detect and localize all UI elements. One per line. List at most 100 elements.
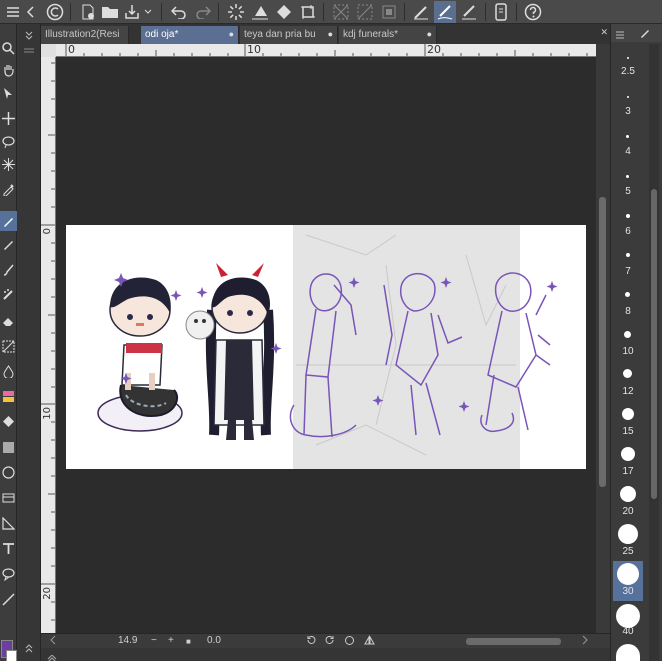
- brush-size-label[interactable]: 12: [611, 386, 645, 397]
- tab-close-icon[interactable]: ●: [427, 26, 432, 43]
- open-folder-icon[interactable]: [99, 1, 121, 23]
- tab-odi-oja[interactable]: odi oja* ●: [141, 26, 239, 44]
- text-icon[interactable]: [0, 538, 17, 558]
- brush-size-label[interactable]: 20: [611, 506, 645, 517]
- fill-icon[interactable]: [273, 1, 295, 23]
- figure-icon[interactable]: [0, 437, 17, 457]
- tab-close-icon[interactable]: ●: [229, 26, 234, 43]
- brush-size-preview[interactable]: [623, 369, 632, 378]
- scrollbar-thumb[interactable]: [651, 189, 657, 499]
- brush-size-label[interactable]: 2.5: [611, 66, 645, 77]
- brush-size-preview[interactable]: [626, 253, 630, 257]
- brush-size-preview[interactable]: [616, 604, 640, 628]
- canvas-viewport[interactable]: [56, 57, 596, 633]
- tab-close-icon[interactable]: ●: [328, 26, 333, 43]
- fit-button[interactable]: ■: [186, 637, 191, 646]
- rotate-left-icon[interactable]: [306, 635, 317, 649]
- fill-tool-icon[interactable]: [0, 386, 17, 406]
- brush-size-label[interactable]: 8: [611, 306, 645, 317]
- rotation-value[interactable]: 0.0: [207, 635, 221, 646]
- panel-menu-icon[interactable]: [615, 27, 625, 45]
- redo-icon[interactable]: [192, 1, 214, 23]
- brush-size-label[interactable]: 10: [611, 346, 645, 357]
- scroll-right-icon[interactable]: [581, 635, 589, 648]
- brush-size-preview[interactable]: [626, 175, 629, 178]
- scroll-left-icon[interactable]: [49, 635, 57, 648]
- brush-size-preview[interactable]: [626, 214, 630, 218]
- eyedropper-icon[interactable]: [0, 179, 17, 199]
- balloon-icon[interactable]: [0, 564, 17, 584]
- brush-size-label[interactable]: 7: [611, 266, 645, 277]
- brush-size-preview[interactable]: [627, 96, 629, 98]
- brush-icon[interactable]: [0, 259, 17, 279]
- brush-size-label[interactable]: 5: [611, 186, 645, 197]
- undo-icon[interactable]: [168, 1, 190, 23]
- ruler-icon[interactable]: [0, 513, 17, 533]
- expand-panel-icon[interactable]: [47, 650, 57, 661]
- tab-teya-dan-pria[interactable]: teya dan pria bu ●: [240, 26, 338, 44]
- horizontal-scrollbar-thumb[interactable]: [466, 638, 561, 645]
- panel-collapse-icon[interactable]: [21, 30, 36, 44]
- invert-selection-icon[interactable]: [354, 1, 376, 23]
- pen-pressure-icon[interactable]: [434, 1, 456, 23]
- brush-panel-scrollbar[interactable]: [649, 44, 659, 661]
- clip-studio-logo-icon[interactable]: [44, 1, 66, 23]
- brush-size-preview[interactable]: [625, 292, 630, 297]
- pencil-icon[interactable]: [0, 234, 17, 254]
- blend-icon[interactable]: [0, 361, 17, 381]
- zoom-in-button[interactable]: +: [168, 635, 174, 646]
- brush-size-preview[interactable]: [618, 524, 638, 544]
- smartphone-icon[interactable]: [490, 1, 512, 23]
- brush-size-label[interactable]: 15: [611, 426, 645, 437]
- zoom-out-button[interactable]: −: [151, 635, 157, 646]
- panel-grip-icon[interactable]: [21, 46, 36, 60]
- brush-size-preview[interactable]: [622, 408, 634, 420]
- brush-size-label[interactable]: 4: [611, 146, 645, 157]
- reset-rotation-icon[interactable]: [344, 635, 355, 649]
- ellipse-icon[interactable]: [0, 462, 17, 482]
- lasso-icon[interactable]: [0, 132, 17, 152]
- operation-icon[interactable]: [0, 83, 17, 103]
- pen-tool-icon[interactable]: [0, 211, 17, 231]
- brush-size-label[interactable]: 30: [611, 586, 645, 597]
- loading-icon[interactable]: [225, 1, 247, 23]
- brush-size-label[interactable]: 3: [611, 106, 645, 117]
- panel-expand-icon[interactable]: [21, 644, 36, 658]
- brush-size-preview[interactable]: [627, 57, 629, 59]
- brush-size-label[interactable]: 6: [611, 226, 645, 237]
- pen-icon[interactable]: [410, 1, 432, 23]
- brush-size-preview[interactable]: [616, 644, 640, 661]
- zoom-icon[interactable]: [0, 38, 17, 58]
- frame-icon[interactable]: [0, 487, 17, 507]
- save-icon[interactable]: [121, 1, 143, 23]
- transform-icon[interactable]: [297, 1, 319, 23]
- clear-icon[interactable]: [249, 1, 271, 23]
- brush-size-preview[interactable]: [621, 447, 635, 461]
- sub-color-swatch[interactable]: [6, 650, 17, 661]
- brush-size-preview[interactable]: [620, 486, 636, 502]
- pen-settings-icon[interactable]: [458, 1, 480, 23]
- line-fix-icon[interactable]: [0, 589, 17, 609]
- gradient-icon[interactable]: [0, 411, 17, 431]
- decoration-icon[interactable]: [0, 336, 17, 356]
- auto-select-icon[interactable]: [0, 154, 17, 174]
- brush-size-label[interactable]: 25: [611, 546, 645, 557]
- tab-illustration2[interactable]: Illustration2(Resi: [41, 26, 129, 44]
- brush-size-label[interactable]: 40: [611, 626, 645, 637]
- clear-selection-icon[interactable]: [330, 1, 352, 23]
- close-panel-icon[interactable]: ✕: [600, 27, 608, 38]
- canvas-paper[interactable]: [66, 225, 586, 469]
- export-dropdown-icon[interactable]: [141, 1, 155, 23]
- flip-icon[interactable]: [364, 635, 375, 649]
- brush-size-label[interactable]: 17: [611, 466, 645, 477]
- canvas-vertical-scrollbar[interactable]: [596, 57, 609, 633]
- move-icon[interactable]: [0, 108, 17, 128]
- rotate-right-icon[interactable]: [324, 635, 335, 649]
- collapse-icon[interactable]: [20, 1, 42, 23]
- brush-size-preview[interactable]: [626, 135, 629, 138]
- airbrush-icon[interactable]: [0, 284, 17, 304]
- brush-size-preview[interactable]: [617, 563, 639, 585]
- new-file-icon[interactable]: [77, 1, 99, 23]
- scrollbar-thumb[interactable]: [599, 197, 606, 487]
- brush-size-preview[interactable]: [624, 331, 631, 338]
